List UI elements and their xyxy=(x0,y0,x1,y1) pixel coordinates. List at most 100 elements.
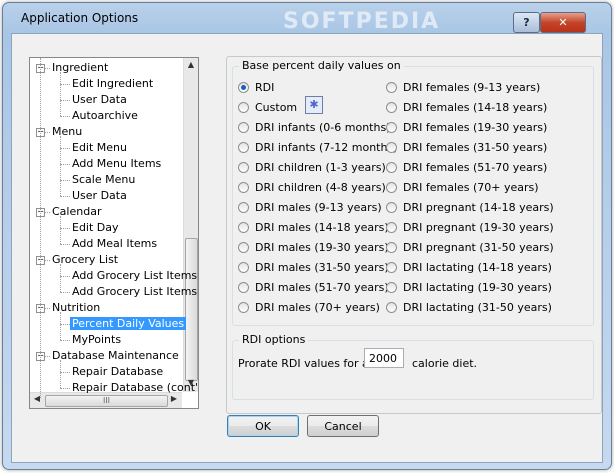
radio-circle-icon[interactable] xyxy=(238,142,249,153)
radio-circle-icon[interactable] xyxy=(238,102,249,113)
tree-leaf[interactable]: Add Grocery List Items xyxy=(70,268,198,284)
radio-label: DRI males (19-30 years) xyxy=(255,241,389,254)
radio-circle-icon[interactable] xyxy=(238,302,249,313)
radio-circle-icon[interactable] xyxy=(386,122,397,133)
radio-circle-icon[interactable] xyxy=(386,142,397,153)
tree-item-label: Edit Menu xyxy=(72,141,127,154)
radio-circle-icon[interactable] xyxy=(238,182,249,193)
tree-item-label: Scale Menu xyxy=(72,173,136,186)
tree-leaf[interactable]: Edit Menu xyxy=(70,140,129,156)
custom-edit-icon[interactable]: ✱ xyxy=(305,96,323,114)
tree-connector xyxy=(60,276,70,277)
tree-leaf[interactable]: Add Menu Items xyxy=(70,156,163,172)
rdi-group-legend: RDI options xyxy=(239,333,309,346)
radio-label: DRI pregnant (19-30 years) xyxy=(403,221,554,234)
radio-circle-icon[interactable] xyxy=(386,182,397,193)
softpedia-watermark: SOFTPEDIA xyxy=(283,9,441,34)
tree-vertical-scrollbar[interactable]: ▲ ▼ xyxy=(183,58,198,392)
radio-label: DRI lactating (31-50 years) xyxy=(403,301,552,314)
radio-circle-icon[interactable] xyxy=(386,262,397,273)
radio-label: DRI males (14-18 years) xyxy=(255,221,389,234)
cancel-button[interactable]: Cancel xyxy=(307,415,379,437)
title-bar[interactable]: Application Options SOFTPEDIA ? ✕ xyxy=(3,3,611,34)
tree-connector xyxy=(60,180,70,181)
tree-item-label: Calendar xyxy=(52,205,102,218)
tree-item-label: Add Menu Items xyxy=(72,157,162,170)
ok-label: OK xyxy=(255,419,271,433)
radio-circle-icon[interactable] xyxy=(238,122,249,133)
scroll-left-arrow-icon[interactable]: ◀ xyxy=(31,394,43,406)
tree-leaf[interactable]: Edit Ingredient xyxy=(70,76,155,92)
radio-circle-icon[interactable] xyxy=(238,82,249,93)
tree-leaf[interactable]: MyPoints xyxy=(70,332,123,348)
help-button[interactable]: ? xyxy=(513,12,540,33)
radio-circle-icon[interactable] xyxy=(238,282,249,293)
radio-label: DRI pregnant (31-50 years) xyxy=(403,241,554,254)
tree-connector xyxy=(60,100,70,101)
radio-label: DRI children (4-8 years) xyxy=(255,181,386,194)
help-icon: ? xyxy=(523,16,530,29)
options-tree[interactable]: ▲ ▼ ◀ III ▶ Ingredient − Edit Ingredient Us… xyxy=(29,57,199,409)
tree-leaf[interactable]: User Data xyxy=(70,188,129,204)
tree-vscroll-thumb[interactable] xyxy=(185,238,198,381)
options-window: Application Options SOFTPEDIA ? ✕ ▲ ▼ ◀ … xyxy=(2,2,612,470)
close-button[interactable]: ✕ xyxy=(540,12,586,33)
tree-node[interactable]: Database Maintenance xyxy=(50,348,181,364)
tree-connector xyxy=(45,68,50,69)
radio-circle-icon[interactable] xyxy=(238,242,249,253)
tree-leaf[interactable]: Edit Day xyxy=(70,220,121,236)
tree-item-label: Add Meal Items xyxy=(72,237,158,250)
radio-label: DRI females (19-30 years) xyxy=(403,121,548,134)
tree-node[interactable]: Nutrition xyxy=(50,300,102,316)
calorie-input[interactable] xyxy=(364,348,404,368)
tree-connector xyxy=(45,212,50,213)
tree-connector xyxy=(60,148,70,149)
tree-connector xyxy=(60,72,61,116)
radio-label: DRI females (31-50 years) xyxy=(403,141,548,154)
tree-connector xyxy=(60,360,61,388)
tree-leaf[interactable]: Add Grocery List Items (co xyxy=(70,284,198,300)
tree-item-label: Nutrition xyxy=(52,301,101,314)
tree-connector xyxy=(60,264,61,292)
tree-leaf[interactable]: Repair Database (cont'd) xyxy=(70,380,199,396)
radio-circle-icon[interactable] xyxy=(386,302,397,313)
radio-circle-icon[interactable] xyxy=(238,162,249,173)
radio-circle-icon[interactable] xyxy=(386,82,397,93)
tree-leaf[interactable]: Repair Database xyxy=(70,364,165,380)
tree-leaf[interactable]: Autoarchive xyxy=(70,108,140,124)
tree-leaf[interactable]: Percent Daily Values xyxy=(70,316,187,332)
tree-connector xyxy=(45,356,50,357)
radio-circle-icon[interactable] xyxy=(386,222,397,233)
tree-item-label: Database Maintenance xyxy=(52,349,179,362)
tree-leaf[interactable]: Add Meal Items xyxy=(70,236,159,252)
tree-connector xyxy=(60,292,70,293)
tree-item-label: Repair Database (cont'd) xyxy=(72,381,199,394)
tree-node[interactable]: Calendar xyxy=(50,204,103,220)
radio-label: DRI females (51-70 years) xyxy=(403,161,548,174)
radio-circle-icon[interactable] xyxy=(238,262,249,273)
tree-connector xyxy=(60,340,70,341)
radio-label: DRI females (14-18 years) xyxy=(403,101,548,114)
tree-connector xyxy=(60,228,70,229)
tree-connector xyxy=(60,244,70,245)
scroll-up-arrow-icon[interactable]: ▲ xyxy=(186,60,196,72)
tree-item-label: Autoarchive xyxy=(72,109,138,122)
radio-circle-icon[interactable] xyxy=(386,242,397,253)
tree-hscroll-thumb[interactable]: III xyxy=(45,395,168,407)
percent-group-legend: Base percent daily values on xyxy=(239,59,404,72)
radio-circle-icon[interactable] xyxy=(386,202,397,213)
tree-leaf[interactable]: User Data xyxy=(70,92,129,108)
tree-item-label: Add Grocery List Items xyxy=(72,269,198,282)
radio-circle-icon[interactable] xyxy=(238,222,249,233)
radio-circle-icon[interactable] xyxy=(386,282,397,293)
tree-item-label: MyPoints xyxy=(72,333,122,346)
tree-leaf[interactable]: Scale Menu xyxy=(70,172,137,188)
radio-circle-icon[interactable] xyxy=(238,202,249,213)
tree-item-label: Edit Ingredient xyxy=(72,77,154,90)
tree-item-label: Edit Day xyxy=(72,221,119,234)
radio-circle-icon[interactable] xyxy=(386,162,397,173)
tree-item-label: User Data xyxy=(72,189,127,202)
radio-circle-icon[interactable] xyxy=(386,102,397,113)
tree-node[interactable]: Menu xyxy=(50,124,84,140)
ok-button[interactable]: OK xyxy=(227,415,299,437)
